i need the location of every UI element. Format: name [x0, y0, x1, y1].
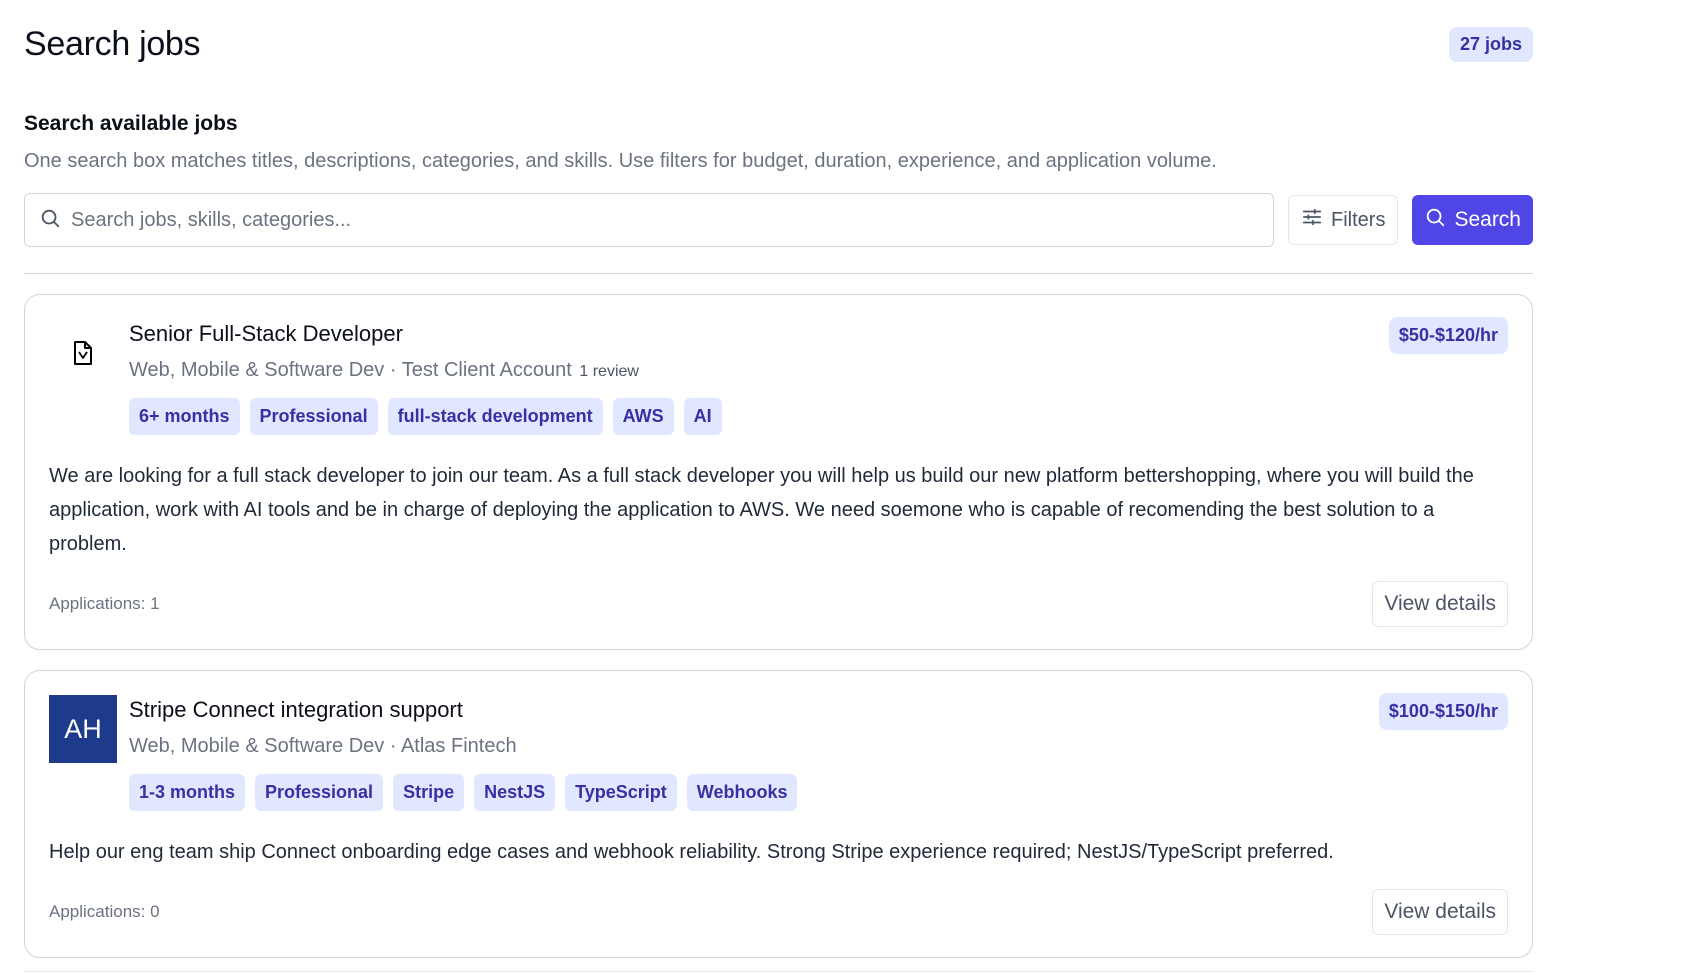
tag-experience: Professional: [249, 398, 378, 435]
job-header: Senior Full-Stack Developer Web, Mobile …: [49, 317, 1508, 435]
page: Search jobs 27 jobs Search available job…: [0, 0, 1693, 973]
search-input[interactable]: [71, 208, 1259, 232]
tag-duration: 1-3 months: [129, 774, 246, 811]
job-main: Senior Full-Stack Developer Web, Mobile …: [129, 317, 1508, 435]
page-title: Search jobs: [24, 24, 201, 63]
company-logo: AH: [49, 695, 117, 763]
tag-skill: full-stack development: [387, 398, 603, 435]
job-category: Web, Mobile & Software Dev: [129, 359, 385, 381]
tag-skill: NestJS: [474, 774, 556, 811]
applications-count: Applications: 1: [49, 594, 160, 613]
job-card: AH Stripe Connect integration support We…: [24, 670, 1533, 958]
search-icon: [1424, 206, 1446, 234]
document-logo-icon: [49, 319, 117, 387]
view-details-button[interactable]: View details: [1372, 581, 1508, 627]
sliders-icon: [1301, 206, 1323, 234]
meta-separator: ·: [384, 359, 402, 381]
rate-badge: $50-$120/hr: [1388, 317, 1508, 354]
filters-label: Filters: [1331, 208, 1386, 231]
section-description: One search box matches titles, descripti…: [24, 150, 1217, 172]
view-details-button[interactable]: View details: [1372, 889, 1508, 935]
tag-skill: AWS: [612, 398, 674, 435]
search-box[interactable]: [24, 193, 1274, 247]
search-label: Search: [1454, 208, 1521, 231]
job-header: AH Stripe Connect integration support We…: [49, 693, 1508, 811]
job-category: Web, Mobile & Software Dev: [129, 735, 385, 757]
client-reviews: 1 review: [579, 363, 639, 380]
job-title[interactable]: Senior Full-Stack Developer: [129, 321, 1508, 347]
filters-button[interactable]: Filters: [1288, 195, 1399, 245]
meta-separator: ·: [384, 735, 401, 757]
search-icon: [39, 207, 61, 234]
job-meta: Web, Mobile & Software Dev · Atlas Finte…: [129, 735, 1508, 758]
job-count-badge: 27 jobs: [1448, 26, 1533, 62]
tag-skill: AI: [683, 398, 722, 435]
divider: [24, 273, 1533, 274]
rate-badge: $100-$150/hr: [1378, 693, 1508, 730]
job-description: Help our eng team ship Connect onboardin…: [49, 841, 1334, 863]
search-button[interactable]: Search: [1412, 195, 1533, 245]
client-name: Atlas Fintech: [400, 735, 517, 757]
search-row: Filters Search: [24, 193, 1533, 247]
job-footer: Applications: 1 View details: [49, 581, 1508, 627]
job-tags: 1-3 months Professional Stripe NestJS Ty…: [129, 774, 1508, 811]
job-title[interactable]: Stripe Connect integration support: [129, 697, 1508, 723]
client-name: Test Client Account: [401, 359, 572, 381]
section-title: Search available jobs: [24, 112, 238, 135]
page-header: Search jobs 27 jobs: [24, 0, 1533, 64]
job-meta: Web, Mobile & Software Dev · Test Client…: [129, 359, 1508, 382]
next-card-edge: [24, 971, 1533, 972]
tag-skill: Stripe: [393, 774, 465, 811]
job-description: We are looking for a full stack develope…: [49, 465, 1474, 555]
job-tags: 6+ months Professional full-stack develo…: [129, 398, 1508, 435]
tag-duration: 6+ months: [129, 398, 240, 435]
tag-skill: TypeScript: [565, 774, 677, 811]
tag-skill: Webhooks: [686, 774, 798, 811]
applications-count: Applications: 0: [49, 902, 160, 921]
job-card: Senior Full-Stack Developer Web, Mobile …: [24, 294, 1533, 650]
job-main: Stripe Connect integration support Web, …: [129, 693, 1508, 811]
job-footer: Applications: 0 View details: [49, 889, 1508, 935]
tag-experience: Professional: [255, 774, 384, 811]
